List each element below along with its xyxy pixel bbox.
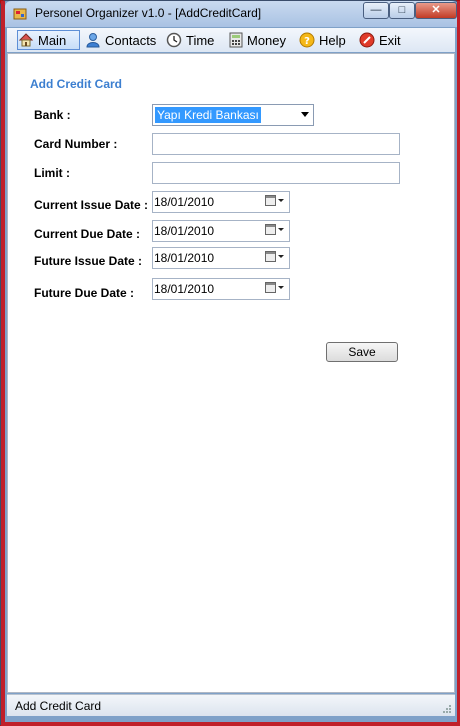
status-text: Add Credit Card [15,699,102,713]
house-icon [18,33,34,47]
minimize-button[interactable]: — [363,2,389,19]
menu-label-contacts: Contacts [105,32,157,48]
svg-text:?: ? [304,36,310,47]
exit-icon [359,32,375,48]
card-number-label: Card Number : [34,137,118,151]
window-border-bottom [1,722,460,726]
menu-item-time[interactable]: Time [166,30,214,50]
future-due-date-label: Future Due Date : [34,286,135,300]
help-icon: ? [299,32,315,48]
card-number-input[interactable] [152,133,400,155]
dropdown-arrow-icon[interactable] [301,112,309,117]
calendar-icon[interactable] [265,251,285,263]
menu-item-contacts[interactable]: Contacts [85,30,156,50]
current-due-date-label: Current Due Date : [34,227,141,241]
menu-item-help[interactable]: ? Help [299,30,346,50]
menu-item-main[interactable]: Main [17,30,80,50]
current-due-date-value: 18/01/2010 [154,224,215,238]
section-title: Add Credit Card [30,77,123,91]
current-issue-date-label: Current Issue Date : [34,198,149,212]
app-window: Personel Organizer v1.0 - [AddCreditCard… [0,0,460,726]
limit-label: Limit : [34,166,70,180]
future-issue-date-picker[interactable]: 18/01/2010 [152,247,290,269]
calculator-icon [229,32,243,48]
clock-icon [166,32,182,48]
status-bar: Add Credit Card [7,694,455,716]
menu-label-help: Help [319,32,346,48]
window-title: Personel Organizer v1.0 - [AddCreditCard… [35,6,262,20]
bank-selected-value: Yapı Kredi Bankası [155,107,261,123]
limit-input[interactable] [152,162,400,184]
form-panel: Add Credit Card Bank : Yapı Kredi Bankas… [7,53,455,693]
menu-label-exit: Exit [379,32,401,48]
menu-item-money[interactable]: Money [229,30,286,50]
future-due-date-picker[interactable]: 18/01/2010 [152,278,290,300]
bank-label: Bank : [34,108,71,122]
menu-label-main: Main [38,32,67,48]
future-due-date-value: 18/01/2010 [154,282,215,296]
future-issue-date-label: Future Issue Date : [34,254,143,268]
calendar-icon[interactable] [265,282,285,294]
app-icon [13,8,27,20]
current-issue-date-value: 18/01/2010 [154,195,215,209]
resize-grip-icon[interactable] [441,703,451,713]
current-due-date-picker[interactable]: 18/01/2010 [152,220,290,242]
save-button[interactable]: Save [326,342,398,362]
future-issue-date-value: 18/01/2010 [154,251,215,265]
contacts-icon [86,33,100,48]
close-button[interactable]: ✕ [415,2,457,19]
calendar-icon[interactable] [265,224,285,236]
current-issue-date-picker[interactable]: 18/01/2010 [152,191,290,213]
bank-combobox[interactable]: Yapı Kredi Bankası [152,104,314,126]
menu-item-exit[interactable]: Exit [359,30,401,50]
window-border-left [1,1,5,726]
menu-label-time: Time [186,32,215,48]
menu-label-money: Money [247,32,287,48]
maximize-button[interactable]: □ [389,2,415,19]
title-bar[interactable]: Personel Organizer v1.0 - [AddCreditCard… [5,1,457,27]
menu-bar: Main Contacts Time Money ? Help Exit [7,28,455,52]
calendar-icon[interactable] [265,195,285,207]
